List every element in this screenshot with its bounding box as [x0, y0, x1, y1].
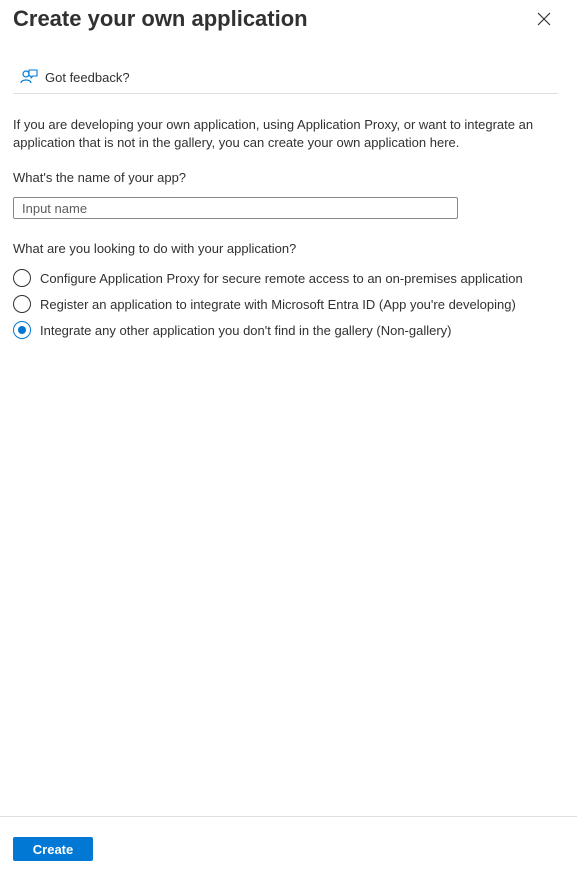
option-label: Register an application to integrate wit… — [40, 296, 516, 312]
radio-app-proxy[interactable] — [13, 269, 31, 287]
close-icon — [537, 12, 551, 26]
feedback-link[interactable]: Got feedback? — [20, 66, 130, 88]
purpose-radio-group: Configure Application Proxy for secure r… — [13, 265, 563, 343]
radio-register-app[interactable] — [13, 295, 31, 313]
panel-header: Create your own application — [13, 4, 563, 34]
option-non-gallery[interactable]: Integrate any other application you don'… — [13, 317, 563, 343]
option-app-proxy[interactable]: Configure Application Proxy for secure r… — [13, 265, 563, 291]
page-title: Create your own application — [13, 6, 308, 31]
radio-non-gallery[interactable] — [13, 321, 31, 339]
app-name-input[interactable] — [13, 197, 458, 219]
create-button[interactable]: Create — [13, 837, 93, 861]
intro-text: If you are developing your own applicati… — [13, 117, 534, 150]
feedback-person-icon — [20, 69, 38, 84]
app-name-label: What's the name of your app? — [13, 170, 187, 185]
close-button[interactable] — [533, 8, 555, 30]
option-label: Configure Application Proxy for secure r… — [40, 270, 523, 286]
purpose-label: What are you looking to do with your app… — [13, 241, 297, 256]
header-divider — [13, 93, 558, 94]
feedback-label: Got feedback? — [45, 69, 130, 85]
footer-divider — [0, 816, 577, 817]
option-register-app[interactable]: Register an application to integrate wit… — [13, 291, 563, 317]
option-label: Integrate any other application you don'… — [40, 322, 452, 338]
create-app-panel: Create your own application Got feedback… — [0, 0, 577, 869]
